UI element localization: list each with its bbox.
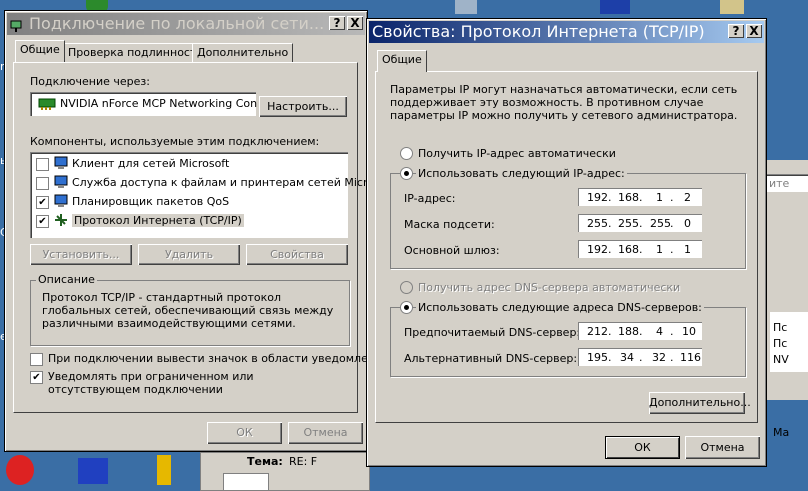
install-button[interactable]: Установить... xyxy=(30,244,132,265)
file-sharing-icon xyxy=(54,175,68,189)
bg-list-item: Пс xyxy=(773,321,788,334)
adapter-field: NVIDIA nForce MCP Networking Con xyxy=(30,92,258,116)
manual-dns-radio[interactable] xyxy=(400,301,413,314)
desktop-icon[interactable] xyxy=(455,0,477,14)
tcpip-dialog-titlebar[interactable]: Свойства: Протокол Интернета (TCP/IP) ? … xyxy=(369,21,764,43)
tab-general[interactable]: Общие xyxy=(15,40,65,62)
media-icon[interactable] xyxy=(78,458,108,484)
component-label-selected: Протокол Интернета (TCP/IP) xyxy=(72,214,244,227)
lan-tab-panel: Подключение через: NVIDIA nForce MCP Net… xyxy=(13,62,389,413)
manual-ip-radio[interactable] xyxy=(400,167,413,180)
lan-dialog-title: Подключение по локальной сети... xyxy=(29,14,325,33)
adapter-name: NVIDIA nForce MCP Networking Con xyxy=(60,97,258,110)
component-checkbox[interactable] xyxy=(36,158,49,171)
ok-button[interactable]: ОК xyxy=(605,436,680,459)
intro-text: Параметры IP могут назначаться автоматич… xyxy=(390,83,738,122)
show-icon-label: При подключении вывести значок в области… xyxy=(48,352,390,365)
opera-icon[interactable] xyxy=(6,455,34,485)
properties-button[interactable]: Свойства xyxy=(246,244,348,265)
tcpip-icon xyxy=(54,213,68,227)
description-title: Описание xyxy=(36,273,97,286)
close-button[interactable]: X xyxy=(746,24,762,38)
background-window-text: ите xyxy=(769,177,790,190)
advanced-button[interactable]: Дополнительно... xyxy=(649,392,751,414)
client-icon xyxy=(54,156,68,170)
desktop-icon[interactable] xyxy=(720,0,744,14)
show-icon-checkbox[interactable] xyxy=(30,353,43,366)
preferred-dns-input[interactable]: 212. 188. 4. 10 xyxy=(578,322,702,340)
notify-label: Уведомлять при ограниченном или отсутств… xyxy=(48,370,254,396)
mask-label: Маска подсети: xyxy=(404,218,495,231)
auto-ip-label: Получить IP-адрес автоматически xyxy=(418,147,616,160)
manual-dns-label: Использовать следующие адреса DNS-сервер… xyxy=(416,301,704,314)
mail-subject-value: RE: F xyxy=(289,455,318,468)
notify-checkbox[interactable]: ✔ xyxy=(30,371,43,384)
tab-general[interactable]: Общие xyxy=(377,50,427,72)
help-button[interactable]: ? xyxy=(329,16,345,30)
component-label: Планировщик пакетов QoS xyxy=(72,195,230,208)
bg-list-item: Пс xyxy=(773,337,788,350)
adapter-icon xyxy=(38,97,56,113)
component-label: Служба доступа к файлам и принтерам сете… xyxy=(72,176,385,189)
components-list[interactable]: Клиент для сетей Microsoft Служба доступ… xyxy=(30,152,384,238)
cancel-button[interactable]: Отмена xyxy=(685,436,760,459)
alternate-dns-label: Альтернативный DNS-сервер: xyxy=(404,352,578,365)
network-icon xyxy=(9,17,23,32)
bg-list-item: Ма xyxy=(773,426,790,439)
manual-ip-label: Использовать следующий IP-адрес: xyxy=(416,167,627,180)
component-label: Клиент для сетей Microsoft xyxy=(72,157,230,170)
ok-button[interactable]: ОК xyxy=(207,422,282,444)
components-label: Компоненты, используемые этим подключени… xyxy=(30,135,320,148)
tcpip-properties-dialog: Свойства: Протокол Интернета (TCP/IP) ? … xyxy=(366,18,767,467)
preferred-dns-label: Предпочитаемый DNS-сервер: xyxy=(404,326,581,339)
auto-ip-radio[interactable] xyxy=(400,147,413,160)
remove-button[interactable]: Удалить xyxy=(138,244,240,265)
description-text: Протокол TCP/IP - стандартный протокол г… xyxy=(42,291,334,330)
configure-button[interactable]: Настроить... xyxy=(259,96,347,117)
alternate-dns-input[interactable]: 195. 34. 32. 116 xyxy=(578,348,702,366)
bg-list-item: NV xyxy=(773,353,789,366)
lan-properties-dialog: Подключение по локальной сети... ? X Общ… xyxy=(4,10,389,452)
component-checkbox[interactable] xyxy=(36,177,49,190)
close-button[interactable]: X xyxy=(347,16,363,30)
gateway-input[interactable]: 192. 168. 1. 1 xyxy=(578,240,702,258)
app-icon[interactable] xyxy=(157,455,171,485)
connect-via-label: Подключение через: xyxy=(30,75,150,88)
auto-dns-radio[interactable] xyxy=(400,281,413,294)
auto-dns-label: Получить адрес DNS-сервера автоматически xyxy=(418,281,681,294)
dns-group xyxy=(390,307,746,377)
help-button[interactable]: ? xyxy=(728,24,744,38)
desktop-icon[interactable] xyxy=(600,0,630,14)
gateway-label: Основной шлюз: xyxy=(404,244,500,257)
qos-icon xyxy=(54,194,68,208)
tab-authentication[interactable]: Проверка подлинности xyxy=(63,43,209,62)
tab-advanced[interactable]: Дополнительно xyxy=(192,43,294,62)
tcpip-dialog-title: Свойства: Протокол Интернета (TCP/IP) xyxy=(372,22,705,41)
component-checkbox[interactable]: ✔ xyxy=(36,196,49,209)
component-checkbox[interactable]: ✔ xyxy=(36,215,49,228)
mail-window: Тема: RE: F xyxy=(200,452,370,491)
cancel-button[interactable]: Отмена xyxy=(288,422,363,444)
lan-dialog-titlebar[interactable]: Подключение по локальной сети... ? X xyxy=(7,13,365,35)
ip-address-input[interactable]: 192. 168. 1. 2 xyxy=(578,188,702,206)
ip-label: IP-адрес: xyxy=(404,192,456,205)
tcpip-tab-panel: Параметры IP могут назначаться автоматич… xyxy=(375,71,758,423)
subnet-mask-input[interactable]: 255. 255. 255. 0 xyxy=(578,214,702,232)
mail-subject-label: Тема: xyxy=(247,455,283,468)
